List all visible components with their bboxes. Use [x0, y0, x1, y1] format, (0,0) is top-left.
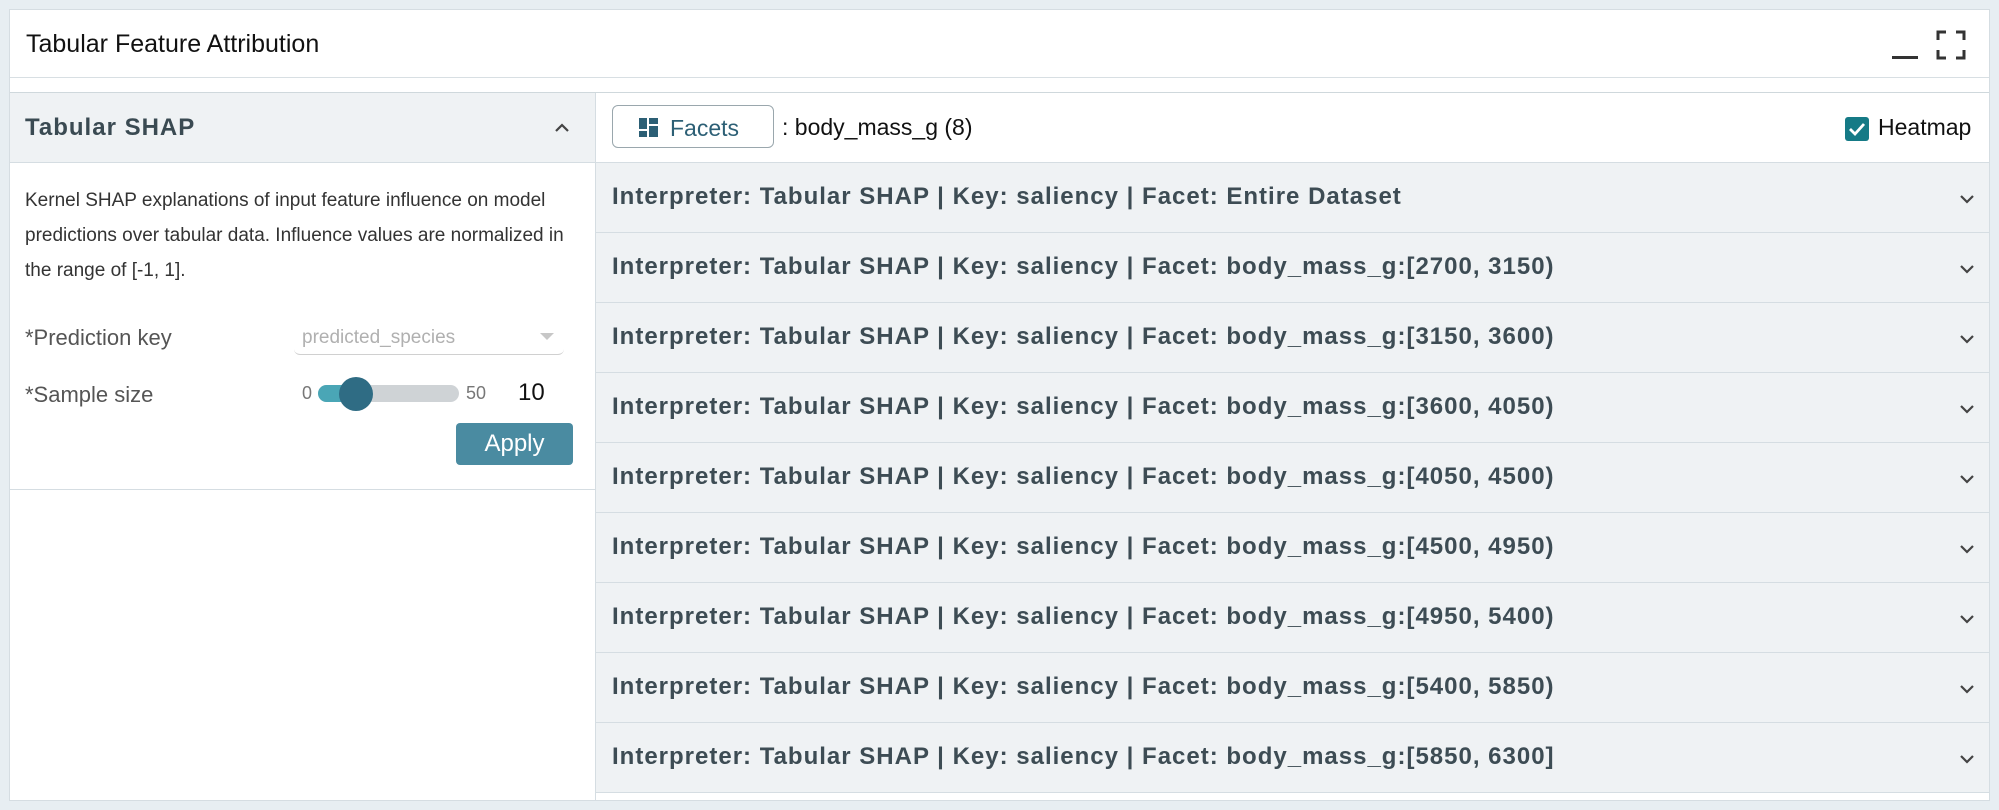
facet-result-label: Interpreter: Tabular SHAP | Key: salienc… — [612, 393, 1555, 420]
chevron-down-icon[interactable] — [1958, 610, 1976, 628]
slider-min-label: 0 — [302, 383, 313, 403]
module-header: Tabular Feature Attribution — [10, 10, 1989, 78]
prediction-key-select[interactable]: predicted_species — [294, 319, 564, 355]
facets-toolbar: Facets : body_mass_g (8) Heatmap — [596, 93, 1989, 163]
facet-result-label: Interpreter: Tabular SHAP | Key: salienc… — [612, 533, 1555, 560]
chevron-down-icon[interactable] — [1958, 540, 1976, 558]
facet-result-label: Interpreter: Tabular SHAP | Key: salienc… — [612, 603, 1555, 630]
facet-result-label: Interpreter: Tabular SHAP | Key: salienc… — [612, 253, 1555, 280]
results-panel: Facets : body_mass_g (8) Heatmap Interpr… — [596, 93, 1989, 800]
sample-size-value: 10 — [518, 379, 545, 406]
facet-result-row[interactable]: Interpreter: Tabular SHAP | Key: salienc… — [596, 723, 1989, 793]
chevron-down-icon[interactable] — [1958, 260, 1976, 278]
facet-result-row[interactable]: Interpreter: Tabular SHAP | Key: salienc… — [596, 513, 1989, 583]
sample-size-label: *Sample size — [25, 382, 154, 407]
chevron-down-icon[interactable] — [1958, 750, 1976, 768]
heatmap-checkbox[interactable] — [1845, 117, 1869, 141]
facets-button[interactable]: Facets — [612, 105, 774, 148]
chevron-down-icon[interactable] — [1958, 680, 1976, 698]
feature-attribution-module: Tabular Feature Attribution Tabular SHAP… — [9, 9, 1990, 801]
slider-thumb[interactable] — [339, 377, 374, 411]
facet-result-row[interactable]: Interpreter: Tabular SHAP | Key: salienc… — [596, 583, 1989, 653]
facet-result-label: Interpreter: Tabular SHAP | Key: salienc… — [612, 463, 1555, 490]
facet-result-label: Interpreter: Tabular SHAP | Key: salienc… — [612, 183, 1402, 210]
facet-result-label: Interpreter: Tabular SHAP | Key: salienc… — [612, 323, 1555, 350]
facet-results-list: Interpreter: Tabular SHAP | Key: salienc… — [596, 163, 1989, 793]
minimize-icon[interactable] — [1892, 56, 1918, 59]
module-title: Tabular Feature Attribution — [26, 30, 320, 58]
header-band — [10, 78, 1989, 93]
interpreter-panel-header[interactable]: Tabular SHAP — [10, 93, 595, 163]
chevron-down-icon[interactable] — [1958, 190, 1976, 208]
heatmap-label: Heatmap — [1878, 114, 1972, 140]
chevron-up-icon[interactable] — [553, 119, 571, 137]
facets-button-label: Facets — [670, 115, 740, 141]
apply-button[interactable]: Apply — [456, 423, 573, 465]
dashboard-grid-icon — [639, 118, 658, 137]
slider-max-label: 50 — [466, 383, 487, 403]
facet-result-row[interactable]: Interpreter: Tabular SHAP | Key: salienc… — [596, 443, 1989, 513]
interpreter-description: Kernel SHAP explanations of input featur… — [25, 190, 564, 281]
facet-result-row[interactable]: Interpreter: Tabular SHAP | Key: salienc… — [596, 303, 1989, 373]
facet-result-row[interactable]: Interpreter: Tabular SHAP | Key: salienc… — [596, 653, 1989, 723]
interpreter-controls-panel: Tabular SHAP Kernel SHAP explanations of… — [10, 93, 596, 800]
checkmark-icon — [1849, 123, 1866, 137]
facet-summary: : body_mass_g (8) — [782, 114, 973, 140]
facet-result-row[interactable]: Interpreter: Tabular SHAP | Key: salienc… — [596, 163, 1989, 233]
interpreter-title: Tabular SHAP — [25, 114, 196, 141]
facet-result-row[interactable]: Interpreter: Tabular SHAP | Key: salienc… — [596, 233, 1989, 303]
facet-result-row[interactable]: Interpreter: Tabular SHAP | Key: salienc… — [596, 373, 1989, 443]
prediction-key-value: predicted_species — [302, 327, 456, 348]
sample-size-slider[interactable] — [318, 377, 459, 411]
divider — [10, 489, 595, 490]
facet-result-label: Interpreter: Tabular SHAP | Key: salienc… — [612, 743, 1555, 770]
facet-result-label: Interpreter: Tabular SHAP | Key: salienc… — [612, 673, 1555, 700]
chevron-down-icon[interactable] — [1958, 400, 1976, 418]
dropdown-arrow-icon — [540, 333, 554, 340]
chevron-down-icon[interactable] — [1958, 330, 1976, 348]
prediction-key-label: *Prediction key — [25, 325, 172, 350]
chevron-down-icon[interactable] — [1958, 470, 1976, 488]
fullscreen-icon[interactable] — [1936, 30, 1966, 60]
